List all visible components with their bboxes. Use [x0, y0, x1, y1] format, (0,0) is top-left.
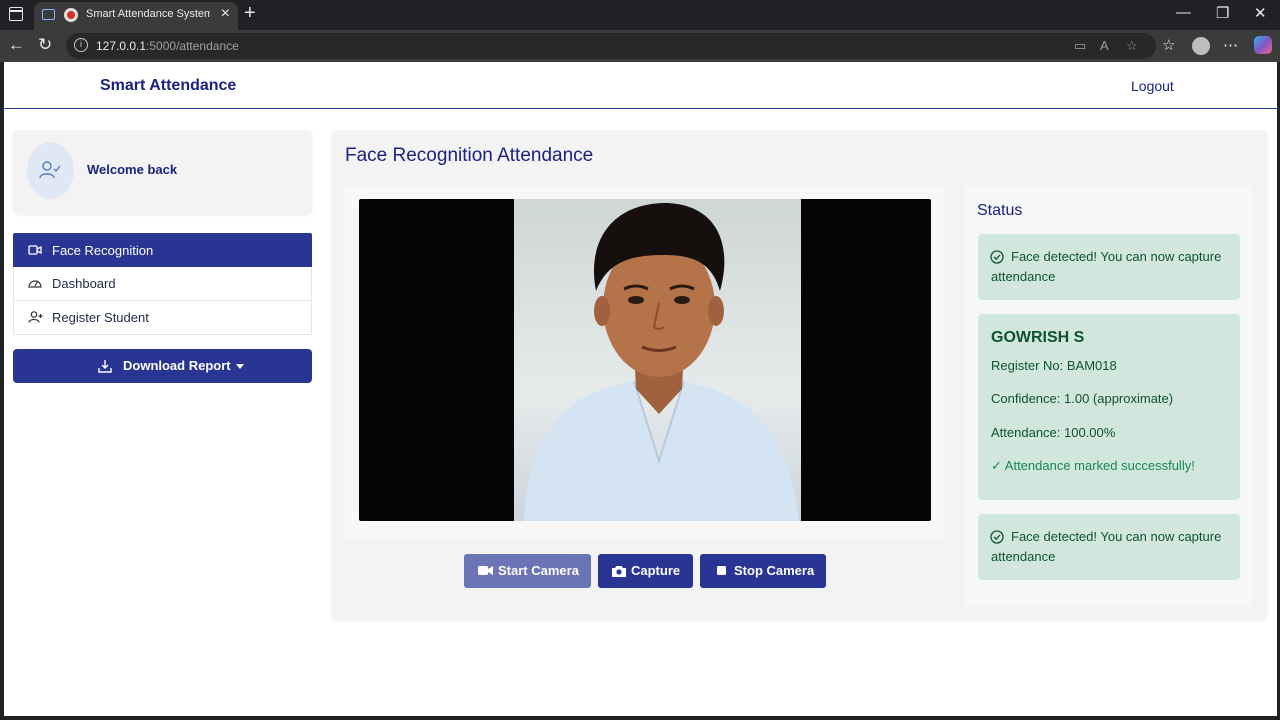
status-panel: Status Face detected! You can now captur… [964, 186, 1253, 606]
sidebar-item-label: Face Recognition [52, 243, 154, 258]
stop-camera-label: Stop Camera [734, 563, 815, 578]
page-title: Face Recognition Attendance [345, 145, 594, 166]
sidebar-item-face-recognition[interactable]: Face Recognition [13, 233, 312, 267]
page-viewport: Smart Attendance Logout Welcome back Fac… [4, 62, 1277, 716]
close-tab-icon[interactable]: × [221, 5, 230, 23]
browser-toolbar: ← ↻ i 127.0.0.1:5000/attendance ▭ A ☆ ☆ … [0, 30, 1280, 62]
alert-text: Face detected! You can now capture atten… [991, 249, 1222, 284]
logout-link[interactable]: Logout [1131, 78, 1174, 94]
favorite-star-icon[interactable]: ☆ [1126, 38, 1138, 54]
profile-avatar[interactable] [1192, 37, 1210, 55]
register-number: Register No: BAM018 [991, 358, 1117, 373]
reload-icon[interactable]: ↻ [38, 35, 52, 55]
student-name: GOWRISH S [991, 329, 1085, 346]
new-tab-icon[interactable]: + [244, 2, 256, 25]
stop-icon [717, 566, 726, 575]
welcome-text: Welcome back [87, 162, 178, 177]
capture-button[interactable]: Capture [598, 554, 693, 588]
site-info-icon[interactable]: i [74, 38, 88, 52]
video-camera-icon [478, 566, 493, 575]
back-icon[interactable]: ← [8, 35, 25, 55]
more-menu-icon[interactable]: ⋯ [1223, 36, 1238, 54]
person-add-icon [28, 311, 43, 323]
favorites-icon[interactable]: ☆ [1162, 36, 1175, 54]
welcome-card: Welcome back [13, 130, 312, 214]
top-navbar: Smart Attendance Logout [4, 62, 1277, 109]
minimize-icon[interactable]: — [1176, 4, 1191, 21]
capture-label: Capture [631, 563, 681, 578]
sidebar-nav: Face Recognition Dashboard Register Stud… [13, 233, 312, 335]
sidebar-item-label: Register Student [52, 310, 149, 325]
tab-title: Smart Attendance System - I [86, 8, 210, 20]
download-report-button[interactable]: Download Report [13, 349, 312, 383]
download-icon [98, 360, 112, 373]
confidence-value: Confidence: 1.00 (approximate) [991, 391, 1174, 406]
restore-icon[interactable]: ❐ [1216, 4, 1229, 22]
person-silhouette [524, 203, 799, 521]
alert-text: Face detected! You can now capture atten… [991, 529, 1222, 564]
download-report-label: Download Report [123, 358, 231, 373]
read-aloud-icon[interactable]: A [1100, 38, 1109, 53]
recognition-result: GOWRISH S Register No: BAM018 Confidence… [978, 314, 1240, 500]
status-title: Status [977, 202, 1023, 219]
face-detected-alert-bottom: Face detected! You can now capture atten… [978, 514, 1240, 580]
user-check-icon [39, 161, 61, 179]
browser-tab[interactable]: Smart Attendance System - I × [34, 2, 238, 30]
success-message: ✓ Attendance marked successfully! [991, 458, 1195, 473]
chevron-down-icon [236, 364, 244, 369]
sidebar-item-label: Dashboard [52, 276, 116, 291]
camera-feed [359, 199, 931, 521]
url-text[interactable]: 127.0.0.1:5000/attendance [96, 39, 239, 53]
browser-tab-bar: Smart Attendance System - I × + — ❐ ✕ [0, 0, 1280, 30]
sidebar-item-register-student[interactable]: Register Student [13, 301, 312, 335]
camera-icon [612, 566, 626, 577]
attendance-percentage: Attendance: 100.00% [991, 425, 1116, 440]
url-path: :5000/attendance [146, 39, 239, 53]
sidebar-item-dashboard[interactable]: Dashboard [13, 267, 312, 301]
close-window-icon[interactable]: ✕ [1254, 4, 1267, 22]
address-bar[interactable]: i 127.0.0.1:5000/attendance ▭ A ☆ [66, 33, 1156, 59]
speedometer-icon [28, 280, 42, 288]
tab-actions-icon[interactable] [42, 9, 55, 20]
window-menu-icon[interactable] [9, 7, 23, 21]
student-photo [514, 199, 801, 521]
stop-camera-button[interactable]: Stop Camera [700, 554, 826, 588]
start-camera-label: Start Camera [498, 563, 579, 578]
start-camera-button[interactable]: Start Camera [464, 554, 591, 588]
avatar [27, 142, 74, 199]
recording-favicon-icon [64, 8, 78, 22]
camera-in-use-icon[interactable]: ▭ [1074, 38, 1086, 54]
brand-title[interactable]: Smart Attendance [100, 77, 236, 95]
url-host: 127.0.0.1 [96, 39, 147, 53]
face-detected-alert: Face detected! You can now capture atten… [978, 234, 1240, 300]
video-icon [28, 245, 42, 255]
attendance-card: Face Recognition Attendance Start Camera… [332, 130, 1267, 620]
copilot-icon[interactable] [1254, 36, 1272, 54]
camera-panel [345, 186, 943, 539]
